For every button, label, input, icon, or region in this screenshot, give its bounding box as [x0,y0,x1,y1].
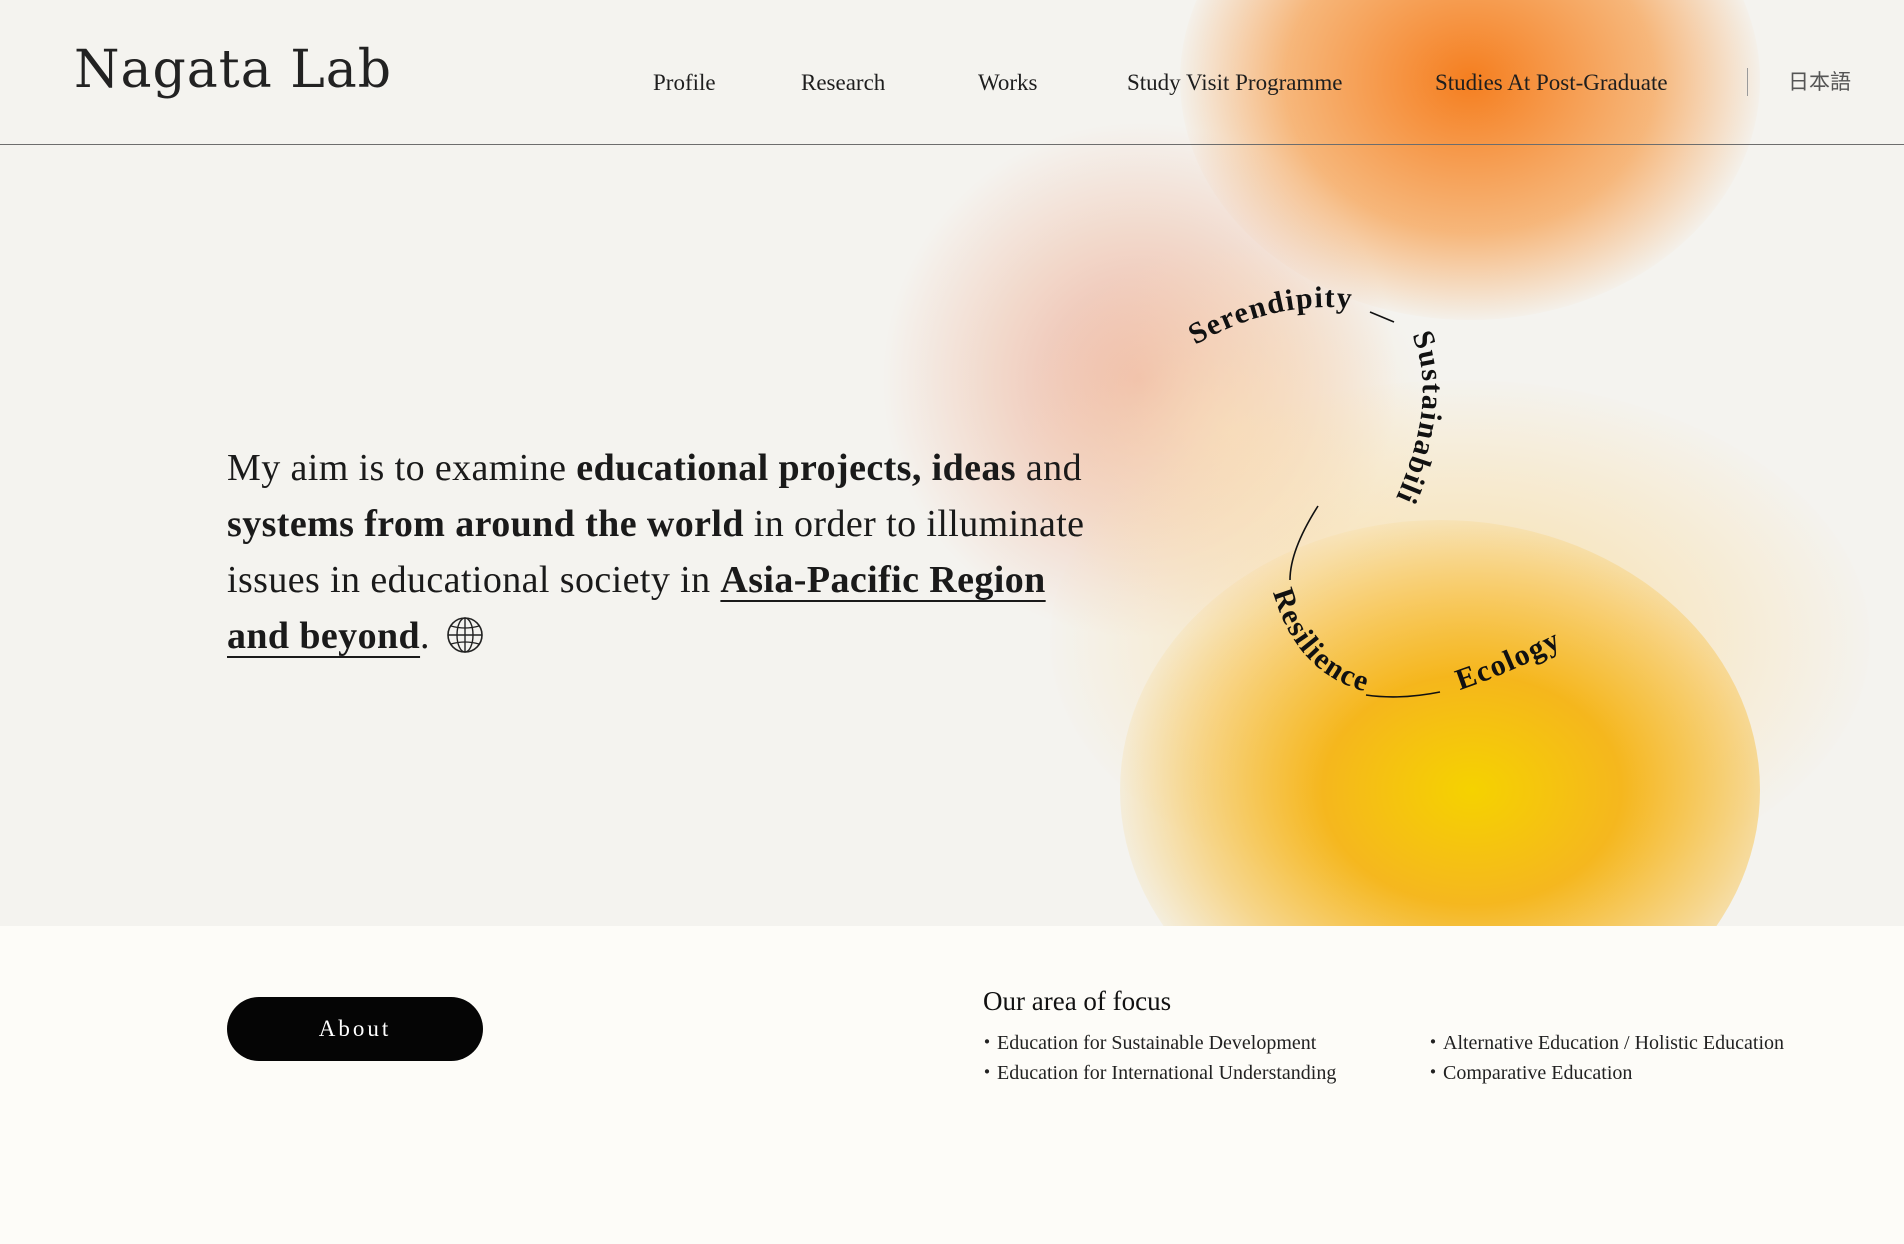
site-header: Nagata Lab Profile Research Works Study … [0,0,1904,145]
about-section: About Our area of focus Education for Su… [0,926,1904,1244]
focus-item: Education for Sustainable Development [977,1028,1336,1058]
language-switch[interactable]: 日本語 [1788,66,1851,96]
nav-profile[interactable]: Profile [653,70,716,96]
about-button[interactable]: About [227,997,483,1061]
keyword-ring: Serendipity Sustainability Resilience Ec… [1142,224,1710,730]
ring-connector-1 [1369,311,1395,323]
ring-connector-2 [1289,505,1319,581]
focus-list-left: Education for Sustainable Development Ed… [977,1028,1336,1088]
nav-study-visit-programme[interactable]: Study Visit Programme [1127,70,1342,96]
ring-word-resilience: Resilience [1266,584,1374,699]
aim-bold-1: educational projects, ideas [576,447,1016,489]
focus-item: Alternative Education / Holistic Educati… [1423,1028,1784,1058]
focus-item: Comparative Education [1423,1058,1784,1088]
ring-word-serendipity: Serendipity [1183,281,1355,351]
aim-text-2: and [1016,447,1082,489]
ring-connector-3 [1365,691,1441,698]
ring-word-ecology: Ecology [1451,623,1566,697]
aim-text-1: My aim is to examine [227,447,577,489]
globe-icon[interactable] [446,614,484,670]
focus-list-right: Alternative Education / Holistic Educati… [1423,1028,1784,1088]
nav-divider [1747,68,1748,96]
nav-works[interactable]: Works [978,70,1037,96]
focus-title: Our area of focus [983,986,1172,1016]
nav-research[interactable]: Research [801,70,885,96]
keyword-ring-graphic: Serendipity Sustainability Resilience Ec… [1142,224,1566,699]
nav-studies-post-graduate[interactable]: Studies At Post-Graduate [1435,70,1668,96]
aim-statement: My aim is to examine educational project… [227,440,1087,670]
main-nav: Profile Research Works Study Visit Progr… [0,0,1904,144]
aim-text-4: . [420,615,430,657]
aim-bold-2: systems from around the world [227,503,744,545]
focus-item: Education for International Understandin… [977,1058,1336,1088]
